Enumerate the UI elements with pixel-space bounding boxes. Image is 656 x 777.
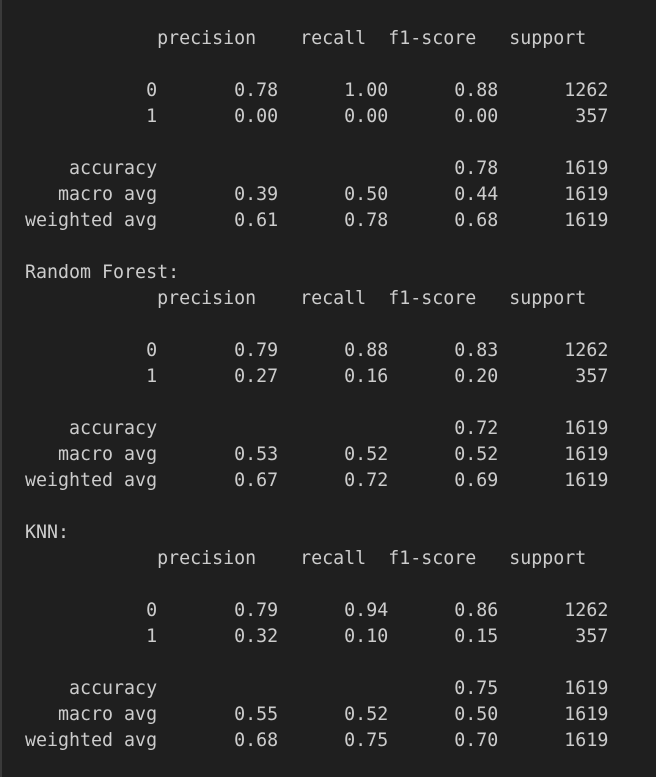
output-line: macro avg 0.55 0.52 0.50 1619 xyxy=(25,704,609,725)
output-line: accuracy 0.78 1619 xyxy=(25,158,609,179)
classification-report-output: precision recall f1-score support 0 0.78… xyxy=(25,26,608,754)
terminal-output-panel: precision recall f1-score support 0 0.78… xyxy=(0,0,656,777)
output-line: precision recall f1-score support xyxy=(25,28,587,49)
output-line: macro avg 0.53 0.52 0.52 1619 xyxy=(25,444,609,465)
output-line: precision recall f1-score support xyxy=(25,548,587,569)
output-line: accuracy 0.75 1619 xyxy=(25,678,609,699)
output-line: precision recall f1-score support xyxy=(25,288,587,309)
output-line: 1 0.32 0.10 0.15 357 xyxy=(25,626,609,647)
output-line: 0 0.78 1.00 0.88 1262 xyxy=(25,80,609,101)
output-line: weighted avg 0.61 0.78 0.68 1619 xyxy=(25,210,609,231)
output-line: accuracy 0.72 1619 xyxy=(25,418,609,439)
output-line: 0 0.79 0.94 0.86 1262 xyxy=(25,600,609,621)
output-line: macro avg 0.39 0.50 0.44 1619 xyxy=(25,184,609,205)
output-line: KNN: xyxy=(25,522,70,543)
output-line: weighted avg 0.67 0.72 0.69 1619 xyxy=(25,470,609,491)
output-line: 1 0.00 0.00 0.00 357 xyxy=(25,106,609,127)
output-line: Random Forest: xyxy=(25,262,180,283)
output-line: weighted avg 0.68 0.75 0.70 1619 xyxy=(25,730,609,751)
output-line: 0 0.79 0.88 0.83 1262 xyxy=(25,340,609,361)
output-line: 1 0.27 0.16 0.20 357 xyxy=(25,366,609,387)
